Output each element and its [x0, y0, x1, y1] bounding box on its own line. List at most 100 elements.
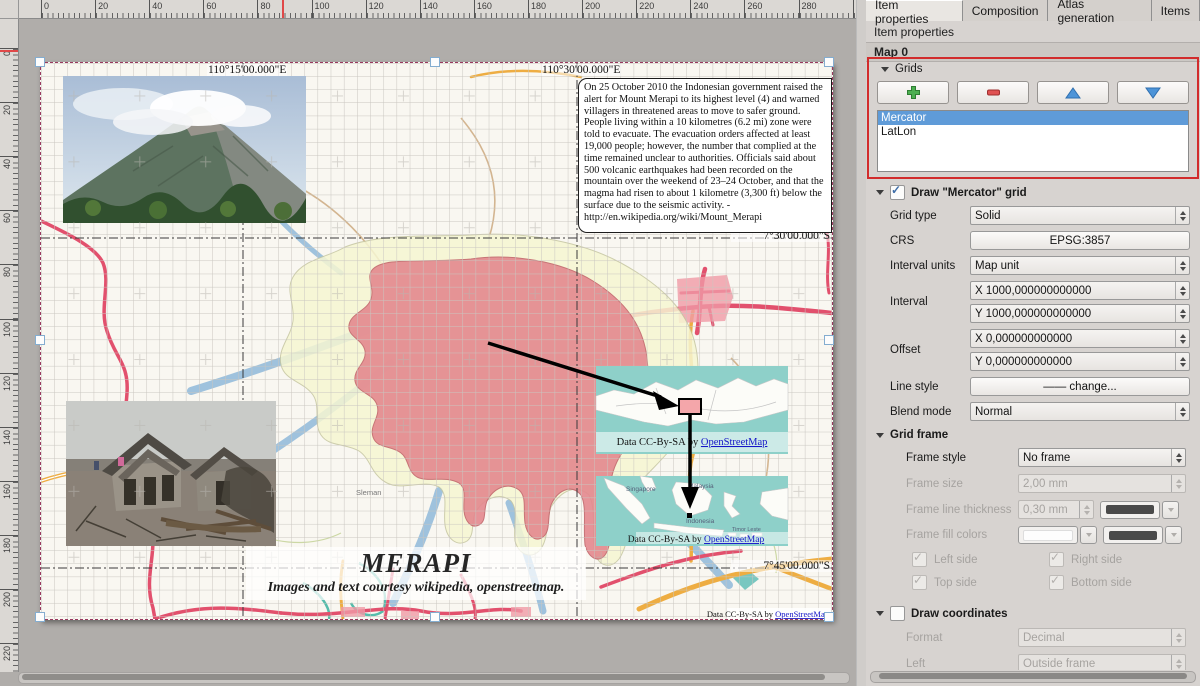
- ruler-tick: 120: [0, 373, 18, 427]
- collapse-arrow-icon[interactable]: [881, 67, 889, 72]
- up-triangle-icon: [1065, 87, 1081, 99]
- interval-units-row: Interval units Map unit: [890, 256, 1190, 275]
- article-text-item[interactable]: On 25 October 2010 the Indonesian govern…: [578, 78, 832, 233]
- spinner-arrows: [1171, 475, 1185, 492]
- ruler-tick: 0: [0, 48, 18, 102]
- frame-sides-row-2: Top side Bottom side: [912, 575, 1186, 590]
- grid-list-item-latlon[interactable]: LatLon: [878, 125, 1188, 139]
- grid-coordinate-label: 110°15'00.000"E: [207, 64, 287, 76]
- ruler-tick: 220: [0, 643, 18, 672]
- spinner-arrows: [1175, 305, 1189, 322]
- scrollbar-thumb[interactable]: [22, 674, 825, 680]
- down-triangle-icon: [1145, 87, 1161, 99]
- selection-handle[interactable]: [35, 335, 45, 345]
- selection-handle[interactable]: [35, 57, 45, 67]
- add-grid-button[interactable]: [877, 81, 949, 104]
- crs-row: CRS EPSG:3857: [890, 231, 1190, 250]
- frame-line-color-button: [1100, 501, 1160, 519]
- canvas-horizontal-scrollbar[interactable]: [18, 672, 850, 684]
- selection-handle[interactable]: [824, 57, 834, 67]
- selection-handle[interactable]: [824, 612, 834, 622]
- frame-style-combo[interactable]: No frame: [1018, 448, 1186, 467]
- offset-x-spinbox[interactable]: X 0,000000000000: [970, 329, 1190, 348]
- frame-fill-color2-dropdown: [1165, 526, 1182, 544]
- panel-tabbar: Item properties Composition Atlas genera…: [866, 0, 1200, 21]
- frame-sides-row-1: Left side Right side: [912, 552, 1186, 567]
- draw-grid-label: Draw "Mercator" grid: [911, 187, 1027, 199]
- ruler-tick: 240: [690, 0, 744, 18]
- ruler-cursor-marker: [282, 0, 284, 18]
- blend-mode-row: Blend mode Normal: [890, 402, 1190, 421]
- ruler-tick: 120: [366, 0, 420, 18]
- frame-fill-color1-button: [1018, 526, 1078, 544]
- spinner-arrows: [1175, 282, 1189, 299]
- grids-section-label: Grids: [895, 63, 922, 75]
- item-properties-panel: Item properties Composition Atlas genera…: [866, 0, 1200, 686]
- tab-item-properties[interactable]: Item properties: [866, 0, 963, 21]
- tab-composition[interactable]: Composition: [963, 0, 1049, 21]
- map-attribution: Data CC-By-SA by OpenStreetMap: [707, 609, 829, 619]
- blend-mode-combo[interactable]: Normal: [970, 402, 1190, 421]
- ruler-tick: 20: [0, 102, 18, 156]
- collapse-arrow-icon[interactable]: [876, 190, 884, 195]
- coordinate-format-combo: Decimal: [1018, 628, 1186, 647]
- interval-row: Interval X 1000,000000000000 Y 1000,0000…: [890, 281, 1190, 323]
- panel-scroll-area[interactable]: Grids: [866, 56, 1200, 670]
- remove-grid-button[interactable]: [957, 81, 1029, 104]
- composition-page-map-item[interactable]: Sleman: [40, 62, 833, 620]
- tab-atlas-generation[interactable]: Atlas generation: [1048, 0, 1151, 21]
- frame-size-spinbox: 2,00 mm: [1018, 474, 1186, 493]
- frame-fill-colors-row: Frame fill colors: [906, 526, 1186, 544]
- collapse-arrow-icon[interactable]: [876, 611, 884, 616]
- frame-line-thickness-row: Frame line thickness 0,30 mm: [906, 500, 1186, 519]
- ruler-cursor-marker: [0, 50, 18, 52]
- offset-row: Offset X 0,000000000000 Y 0,000000000000: [890, 329, 1190, 371]
- ruler-tick: 220: [636, 0, 690, 18]
- ruler-tick: 40: [149, 0, 203, 18]
- grid-coordinate-label: 110°30'00.000"E: [541, 64, 621, 76]
- selection-handle[interactable]: [35, 612, 45, 622]
- interval-x-spinbox[interactable]: X 1000,000000000000: [970, 281, 1190, 300]
- interval-units-combo[interactable]: Map unit: [970, 256, 1190, 275]
- map-title: MERAPI: [246, 550, 586, 577]
- scrollbar-thumb[interactable]: [879, 673, 1187, 679]
- frame-fill-color2-button: [1103, 526, 1163, 544]
- minus-icon: [986, 85, 1001, 100]
- vertical-ruler[interactable]: 020406080100120140160180200220: [0, 18, 19, 672]
- map-title-item[interactable]: MERAPI Images and text courtesy wikipedi…: [246, 547, 586, 600]
- frame-line-color-dropdown: [1162, 501, 1179, 519]
- selection-handle[interactable]: [430, 612, 440, 622]
- svg-text:Singapore: Singapore: [626, 486, 656, 493]
- spinner-arrows: [1171, 655, 1185, 670]
- coordinate-left-combo: Outside frame: [1018, 654, 1186, 670]
- grid-type-row: Grid type Solid: [890, 206, 1190, 225]
- top-side-checkbox: [912, 575, 927, 590]
- panel-horizontal-scrollbar[interactable]: [870, 671, 1196, 683]
- ruler-tick: 80: [257, 0, 311, 18]
- offset-y-spinbox[interactable]: Y 0,000000000000: [970, 352, 1190, 371]
- line-style-change-button[interactable]: —— change...: [970, 377, 1190, 396]
- move-grid-up-button[interactable]: [1037, 81, 1109, 104]
- spinner-arrows: [1175, 353, 1189, 370]
- draw-coordinates-checkbox[interactable]: [890, 606, 905, 621]
- grids-list[interactable]: Mercator LatLon: [877, 110, 1189, 172]
- grid-type-combo[interactable]: Solid: [970, 206, 1190, 225]
- spinner-arrows: [1175, 207, 1189, 224]
- horizontal-ruler[interactable]: 0204060801001201401601802002202402602803…: [18, 0, 856, 19]
- move-grid-down-button[interactable]: [1117, 81, 1189, 104]
- spinner-arrows: [1171, 449, 1185, 466]
- grid-list-item-mercator[interactable]: Mercator: [878, 111, 1188, 125]
- draw-grid-checkbox[interactable]: [890, 185, 905, 200]
- composer-canvas[interactable]: 0204060801001201401601802002202402602803…: [0, 0, 856, 686]
- ruler-tick: 40: [0, 156, 18, 210]
- selection-handle[interactable]: [430, 57, 440, 67]
- crs-button[interactable]: EPSG:3857: [970, 231, 1190, 250]
- ruler-tick: 300: [853, 0, 856, 18]
- selection-handle[interactable]: [824, 335, 834, 345]
- ruler-tick: 180: [528, 0, 582, 18]
- collapse-arrow-icon[interactable]: [876, 433, 884, 438]
- interval-y-spinbox[interactable]: Y 1000,000000000000: [970, 304, 1190, 323]
- ruler-tick: 160: [0, 481, 18, 535]
- tab-items[interactable]: Items: [1152, 0, 1200, 21]
- frame-style-row: Frame style No frame: [906, 448, 1186, 467]
